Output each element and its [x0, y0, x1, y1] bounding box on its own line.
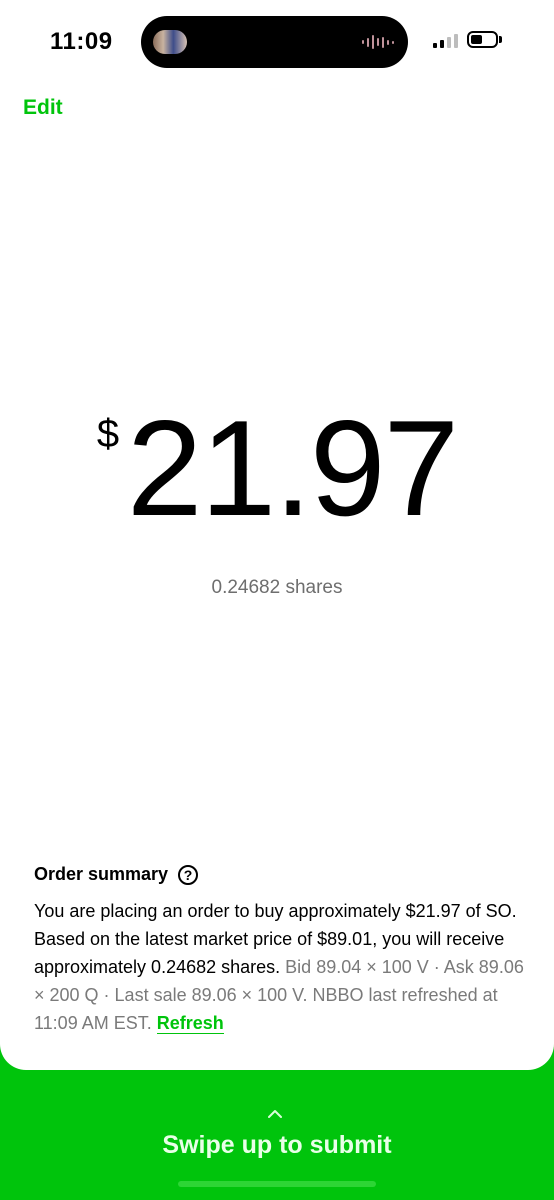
now-playing-artwork-icon [153, 30, 187, 54]
refresh-link[interactable]: Refresh [156, 1013, 224, 1034]
battery-tip [499, 36, 502, 43]
swipe-to-submit[interactable]: Swipe up to submit [0, 1131, 554, 1160]
battery-icon [467, 31, 498, 48]
order-summary-title: Order summary [34, 864, 169, 884]
cellular-signal-icon [433, 34, 458, 48]
order-summary-text: You are placing an order to buy approxim… [34, 897, 530, 1037]
edit-button[interactable]: Edit [23, 96, 63, 120]
currency-symbol: $ [96, 412, 120, 456]
amount-value: 21.97 [126, 392, 459, 544]
order-amount: $ 21.97 [0, 400, 554, 536]
dynamic-island [141, 16, 408, 68]
chevron-up-icon [268, 1110, 282, 1118]
shares-estimate: 0.24682 shares [211, 577, 343, 598]
order-sheet: 11:09 Edit $ 21.97 0.24682 shares Order … [0, 0, 554, 1070]
question-circle-icon[interactable]: ? [178, 864, 199, 885]
status-time: 11:09 [50, 28, 113, 55]
home-indicator[interactable] [178, 1181, 376, 1187]
audio-waveform-icon [362, 34, 394, 50]
order-summary-heading: Order summary ? [34, 864, 199, 885]
